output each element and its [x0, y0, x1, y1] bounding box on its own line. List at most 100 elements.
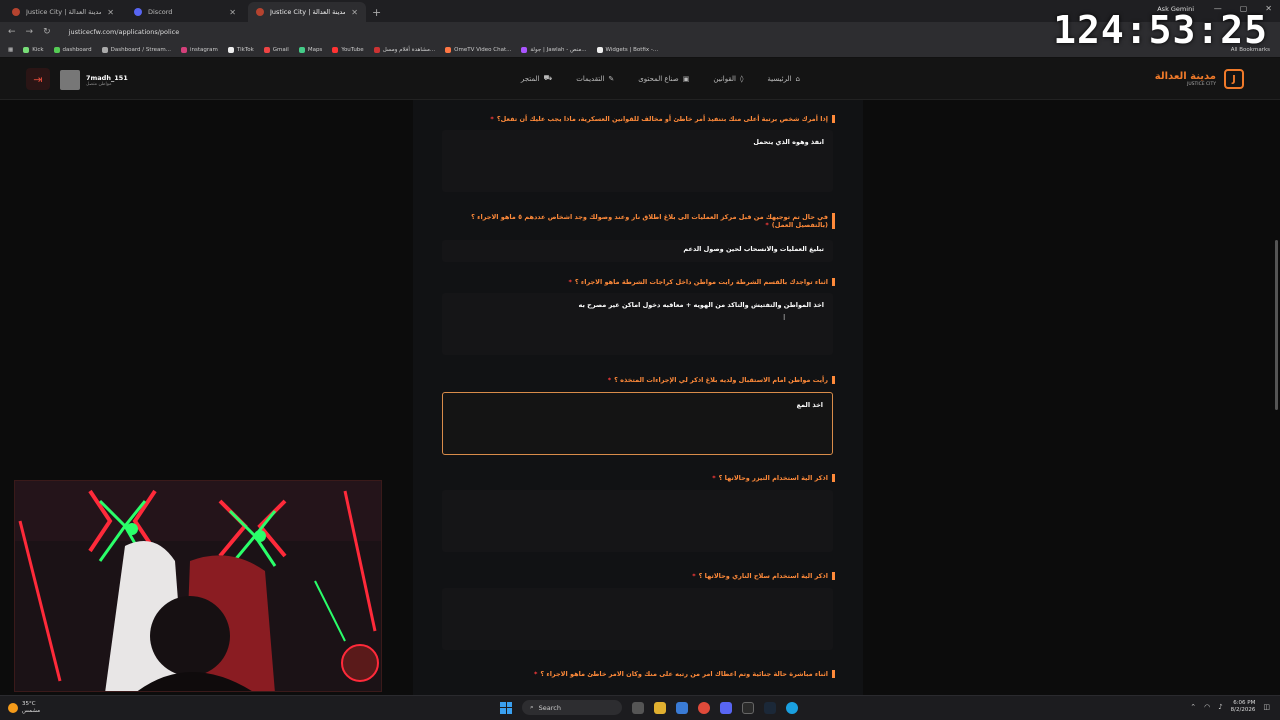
home-icon: ⌂	[795, 74, 800, 83]
user-profile[interactable]: 7madh_151 مواطن متصل	[60, 70, 128, 90]
site-brand[interactable]: مدينة العدالة JUSTICE CITY J	[1155, 69, 1244, 89]
answer-3-field[interactable]: اخذ المواطن والتفتيش والتاكد من الهويه +…	[442, 293, 833, 355]
tiktok-icon	[227, 46, 234, 53]
browser-tab-justice-active[interactable]: Justice City | مدينة العدالة ✕	[248, 2, 366, 22]
answer-5-field[interactable]	[442, 490, 833, 552]
task-view-icon[interactable]	[632, 701, 644, 714]
site-favicon-icon	[12, 8, 20, 16]
gmail-icon	[263, 46, 270, 53]
weather-widget[interactable]: 35°C مشمس	[8, 701, 40, 714]
steam-icon[interactable]	[764, 701, 776, 714]
site-header: ⇥ 7madh_151 مواطن متصل ⌂ الرئيسية ◊ القوان…	[0, 58, 1280, 100]
bookmark-stream-dashboard[interactable]: Dashboard / Stream...	[101, 46, 171, 53]
webcam-feed-image	[15, 481, 381, 691]
bookmark-botfix[interactable]: Widgets | Botfix -...	[596, 46, 658, 53]
ometv-icon	[445, 46, 452, 53]
bookmark-movies[interactable]: مشاهدة أفلام ومسل...	[373, 46, 435, 53]
system-tray: ⌃ ◠ ♪ 6:06 PM 8/2/2026 ◫	[1190, 700, 1270, 714]
nav-home[interactable]: ⌂ الرئيسية	[767, 74, 800, 83]
close-icon[interactable]: ✕	[107, 8, 114, 17]
bookmark-maps[interactable]: Maps	[298, 46, 322, 53]
tab-label: Justice City | مدينة العدالة	[270, 8, 346, 16]
application-form: إذا أمرك شخص برتبة أعلى منك بتنفيذ أمر خ…	[413, 100, 863, 695]
terminal-icon[interactable]	[742, 701, 754, 714]
instagram-icon	[181, 46, 187, 53]
close-icon[interactable]: ✕	[229, 8, 236, 17]
answer-4-field[interactable]: اخذ المع	[442, 392, 833, 455]
page-scrollbar[interactable]	[1275, 240, 1278, 410]
bookmark-instagram[interactable]: instagram	[181, 46, 218, 53]
question-6: اذكر الية استخدام سلاح الناري وحالاتها ؟…	[475, 572, 835, 581]
answer-6-field[interactable]	[442, 588, 833, 650]
webcam-overlay	[14, 480, 382, 692]
close-icon[interactable]: ✕	[351, 8, 358, 17]
bookmark-jawlah[interactable]: جولة | Jawlah - منص...	[521, 46, 587, 53]
text-cursor-icon: I	[783, 313, 786, 322]
apps-grid-icon[interactable]: ▦	[8, 47, 13, 53]
stream-timer-overlay: 124:53:25	[1053, 8, 1268, 52]
weather-desc: مشمس	[22, 707, 41, 714]
logout-button[interactable]: ⇥	[26, 68, 50, 90]
notification-icon[interactable]: ◫	[1263, 703, 1270, 711]
discord-icon	[134, 8, 142, 16]
main-nav: ⌂ الرئيسية ◊ القوانين ▣ صناع المحتوى ✎ التقد…	[500, 74, 800, 83]
nav-applications[interactable]: ✎ التقديمات	[576, 74, 614, 83]
browser-tab-discord[interactable]: Discord ✕	[126, 2, 244, 22]
answer-1-field[interactable]: انفذ وهوه الذي يتحمل	[442, 130, 833, 192]
brand-name-en: JUSTICE CITY	[1187, 82, 1216, 87]
tab-label: Justice City | مدينة العدالة	[26, 8, 102, 16]
reload-icon[interactable]: ↻	[43, 27, 51, 37]
discord-taskbar-icon[interactable]	[720, 701, 732, 714]
wifi-icon[interactable]: ◠	[1204, 703, 1210, 711]
chrome-icon[interactable]	[698, 701, 710, 714]
taskbar-search[interactable]: ⌕ Search	[522, 700, 622, 715]
shield-icon: ◊	[739, 74, 744, 83]
store-icon[interactable]	[676, 701, 688, 714]
date-text: 8/2/2026	[1230, 707, 1256, 714]
question-3: اثناء تواجدك بالقسم الشرطة رايت مواطن دا…	[475, 278, 835, 287]
kick-icon	[23, 46, 30, 53]
tab-label: Discord	[148, 8, 173, 16]
site-favicon-icon	[256, 8, 264, 16]
clock[interactable]: 6:06 PM 8/2/2026	[1231, 700, 1256, 714]
volume-icon[interactable]: ♪	[1218, 703, 1222, 711]
url-field[interactable]: justicecfw.com/applications/police	[69, 28, 180, 36]
logout-icon: ⇥	[33, 72, 43, 86]
video-icon: ▣	[682, 74, 690, 83]
answer-2-field[interactable]: تبليغ العمليات والانسحاب لحين وصول الدعم	[442, 240, 833, 262]
bookmark-tiktok[interactable]: TikTok	[227, 46, 254, 53]
bookmark-dashboard[interactable]: dashboard	[53, 46, 92, 53]
user-name: 7madh_151	[86, 73, 128, 82]
windows-start-icon[interactable]	[500, 701, 512, 714]
bookmark-ometv[interactable]: OmeTV Video Chat...	[445, 46, 511, 53]
file-explorer-icon[interactable]	[654, 701, 666, 714]
bookmark-kick[interactable]: Kick	[23, 46, 44, 53]
nav-creators[interactable]: ▣ صناع المحتوى	[638, 74, 689, 83]
bookmark-icon	[101, 46, 108, 53]
chevron-up-icon[interactable]: ⌃	[1190, 703, 1196, 711]
question-7: اثناء مباشرة حالة جنائية وتم اعطاك امر م…	[475, 670, 835, 679]
bookmark-youtube[interactable]: YouTube	[332, 46, 364, 53]
bookmark-gmail[interactable]: Gmail	[263, 46, 289, 53]
back-icon[interactable]: ←	[8, 27, 16, 37]
forward-icon[interactable]: →	[26, 27, 34, 37]
nav-store[interactable]: ⛟ المتجر	[521, 74, 552, 83]
browser-tab-justice-1[interactable]: Justice City | مدينة العدالة ✕	[4, 2, 122, 22]
bookmark-icon	[521, 46, 528, 53]
question-5: اذكر الية استخدام التيزر وحالاتها ؟*	[475, 474, 835, 483]
youtube-icon	[332, 46, 339, 53]
nav-rules[interactable]: ◊ القوانين	[713, 74, 743, 83]
weather-temp: 35°C	[22, 701, 36, 707]
bookmark-icon	[596, 46, 603, 53]
question-4: رأيت مواطن امام الاستقبال ولديه بلاغ اذك…	[475, 376, 835, 385]
edit-icon: ✎	[608, 74, 615, 83]
bookmark-icon	[373, 46, 380, 53]
taskbar-apps: ⌕ Search	[500, 700, 798, 715]
edge-icon[interactable]	[786, 701, 798, 714]
time-text: 6:06 PM	[1233, 700, 1256, 706]
new-tab-button[interactable]: +	[372, 6, 381, 19]
windows-taskbar: 35°C مشمس ⌕ Search ⌃ ◠ ♪ 6:06 PM 8/2/2026…	[0, 695, 1280, 720]
user-role: مواطن متصل	[86, 81, 112, 87]
brand-logo-icon: J	[1224, 69, 1244, 89]
bookmark-icon	[53, 46, 60, 53]
